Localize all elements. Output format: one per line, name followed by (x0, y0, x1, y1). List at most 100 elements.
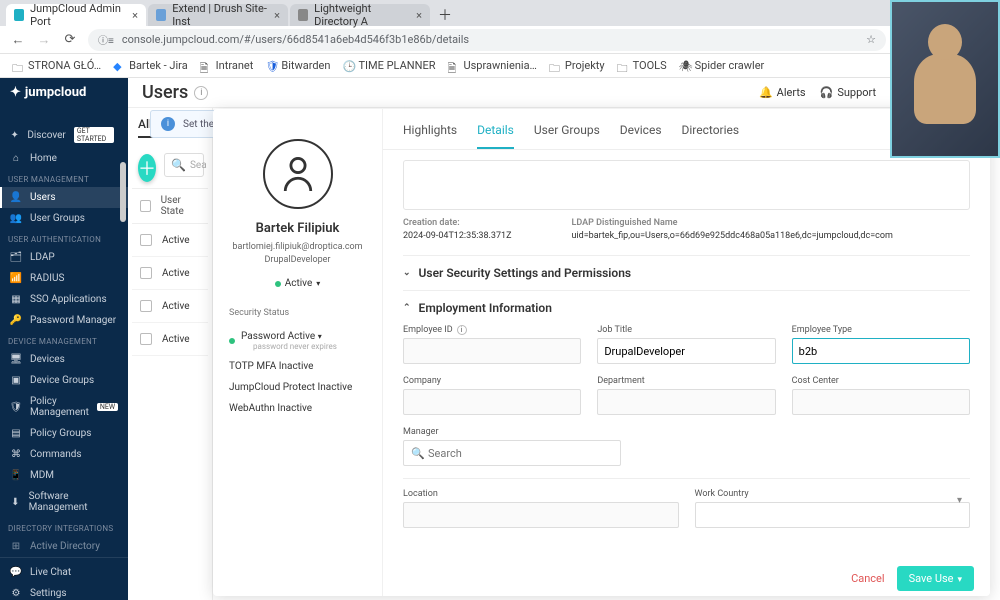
sidebar-item-password-manager[interactable]: 🔑Password Manager (0, 310, 128, 331)
list-row[interactable]: Active (132, 323, 208, 356)
webcam-overlay (890, 0, 1000, 158)
department-input[interactable] (597, 389, 775, 415)
tab-user-groups[interactable]: User Groups (534, 123, 600, 149)
alerts-link[interactable]: 🔔Alerts (759, 86, 806, 99)
description-textarea[interactable] (403, 160, 970, 210)
bookmark-item[interactable]: 🕷Spider crawler (679, 59, 765, 72)
sidebar-section: USER AUTHENTICATION (0, 229, 128, 247)
list-row[interactable]: Active (132, 290, 208, 323)
sidebar-item-active-directory[interactable]: ⊞Active Directory (0, 536, 128, 557)
add-user-button[interactable]: ＋ (138, 154, 156, 182)
sidebar-item-settings[interactable]: ⚙Settings (0, 583, 128, 600)
checkbox[interactable] (140, 300, 152, 312)
bookmarks-bar: 🗀STRONA GŁÓ… ◆Bartek - Jira 🗎Intranet 🛡B… (0, 54, 1000, 78)
new-tab-button[interactable]: ＋ (432, 4, 458, 26)
close-icon[interactable]: × (416, 9, 422, 22)
compass-icon: ✦ (10, 130, 19, 141)
field-employee-id: Employee IDi (403, 325, 581, 364)
browser-tab[interactable]: Lightweight Directory A × (290, 4, 430, 26)
detail-main: Highlights Details User Groups Devices D… (383, 109, 990, 596)
bookmark-item[interactable]: 🗀Projekty (549, 59, 605, 72)
checkbox[interactable] (140, 200, 151, 212)
close-icon[interactable]: × (132, 9, 138, 22)
sidebar-item-mdm[interactable]: 📱MDM (0, 465, 128, 486)
bookmark-item[interactable]: 🗎Intranet (200, 59, 254, 72)
job-title-input[interactable] (597, 338, 775, 364)
sidebar-item-device-groups[interactable]: ▣Device Groups (0, 370, 128, 391)
tab-directories[interactable]: Directories (682, 123, 740, 149)
checkbox[interactable] (140, 267, 152, 279)
sidebar-item-devices[interactable]: 🖥Devices (0, 349, 128, 370)
detail-body[interactable]: Creation date: 2024-09-04T12:35:38.371Z … (383, 150, 990, 596)
url-field[interactable]: ⓘ≡ console.jumpcloud.com/#/users/66d8541… (88, 29, 886, 51)
browser-tab[interactable]: Extend | Drush Site-Inst × (148, 4, 288, 26)
bookmark-item[interactable]: 🛡Bitwarden (265, 59, 330, 72)
bookmark-item[interactable]: 🕒TIME PLANNER (342, 59, 435, 72)
column-header[interactable]: User State (161, 195, 200, 217)
radius-icon: 📶 (10, 273, 22, 284)
reload-icon[interactable]: ⟳ (62, 32, 78, 47)
sidebar-scrollbar[interactable] (120, 122, 126, 557)
sidebar-item-discover[interactable]: ✦DiscoverGET STARTED (0, 122, 128, 148)
apps-icon: ▦ (10, 294, 22, 305)
sidebar-item-radius[interactable]: 📶RADIUS (0, 268, 128, 289)
sidebar-item-commands[interactable]: ⌘Commands (0, 444, 128, 465)
tab-label: Lightweight Directory A (314, 2, 410, 28)
checkbox[interactable] (140, 333, 152, 345)
search-input[interactable]: 🔍 Sea (164, 153, 204, 177)
employee-id-input[interactable] (403, 338, 581, 364)
command-icon: ⌘ (10, 449, 22, 460)
cost-center-input[interactable] (792, 389, 970, 415)
tab-devices[interactable]: Devices (620, 123, 662, 149)
close-icon[interactable]: × (274, 9, 280, 22)
save-user-button[interactable]: Save Use▾ (897, 566, 974, 591)
bookmark-item[interactable]: 🗀TOOLS (617, 59, 667, 72)
list-row[interactable]: Active (132, 224, 208, 257)
sidebar-item-live-chat[interactable]: 💬Live Chat (0, 562, 128, 583)
doc-icon: 🗎 (447, 60, 459, 72)
location-input[interactable] (403, 502, 679, 528)
sidebar-item-home[interactable]: ⌂Home (0, 148, 128, 169)
logo[interactable]: ✦ jumpcloud (0, 78, 128, 108)
company-input[interactable] (403, 389, 581, 415)
sidebar-item-users[interactable]: 👤Users (0, 187, 128, 208)
sidebar-bottom: 💬Live Chat ⚙Settings 👤Account ⇤Collapse … (0, 557, 128, 600)
support-link[interactable]: 🎧Support (820, 86, 877, 99)
sidebar-section: USER MANAGEMENT (0, 169, 128, 187)
field-job-title: Job Title (597, 325, 775, 364)
star-icon[interactable]: ☆ (866, 33, 876, 46)
device-group-icon: ▣ (10, 375, 22, 386)
checkbox[interactable] (140, 234, 152, 246)
manager-search-input[interactable] (403, 440, 621, 466)
support-icon: 🎧 (820, 86, 834, 99)
info-icon[interactable]: i (457, 325, 467, 335)
tab-details[interactable]: Details (477, 123, 514, 149)
employee-type-input[interactable] (792, 338, 970, 364)
site-info-icon[interactable]: ⓘ≡ (98, 32, 114, 47)
user-detail-panel: Bartek Filipiuk bartlomiej.filipiuk@drop… (213, 109, 990, 596)
info-icon[interactable]: i (194, 86, 208, 100)
browser-tab-active[interactable]: JumpCloud Admin Port × (6, 4, 146, 26)
sidebar-item-user-groups[interactable]: 👥User Groups (0, 208, 128, 229)
status-dropdown[interactable]: Active ▾ (275, 278, 321, 289)
bookmark-item[interactable]: 🗎Usprawnienia… (447, 59, 536, 72)
sidebar-item-policy-groups[interactable]: ▤Policy Groups (0, 423, 128, 444)
section-employment[interactable]: ⌃Employment Information (403, 290, 970, 325)
sidebar-item-policy-mgmt[interactable]: 🛡Policy ManagementNEW (0, 391, 128, 423)
bookmark-item[interactable]: 🗀STRONA GŁÓ… (12, 59, 101, 72)
person-icon (281, 155, 315, 193)
bookmark-item[interactable]: ◆Bartek - Jira (113, 59, 188, 72)
folder-icon: 🗀 (549, 60, 561, 72)
list-row[interactable]: Active (132, 257, 208, 290)
section-security-permissions[interactable]: ⌄User Security Settings and Permissions (403, 255, 970, 290)
work-country-select[interactable] (695, 502, 971, 528)
cancel-button[interactable]: Cancel (851, 572, 884, 585)
forward-icon[interactable]: → (36, 32, 52, 48)
security-item-password[interactable]: Password Active ▾password never expires (223, 326, 372, 356)
sidebar-item-ldap[interactable]: 🗂LDAP (0, 247, 128, 268)
tab-highlights[interactable]: Highlights (403, 123, 457, 149)
back-icon[interactable]: ← (10, 32, 26, 48)
sidebar-item-sso[interactable]: ▦SSO Applications (0, 289, 128, 310)
sidebar-item-software[interactable]: ⬇Software Management (0, 486, 128, 518)
shield-icon: 🛡 (10, 402, 22, 413)
